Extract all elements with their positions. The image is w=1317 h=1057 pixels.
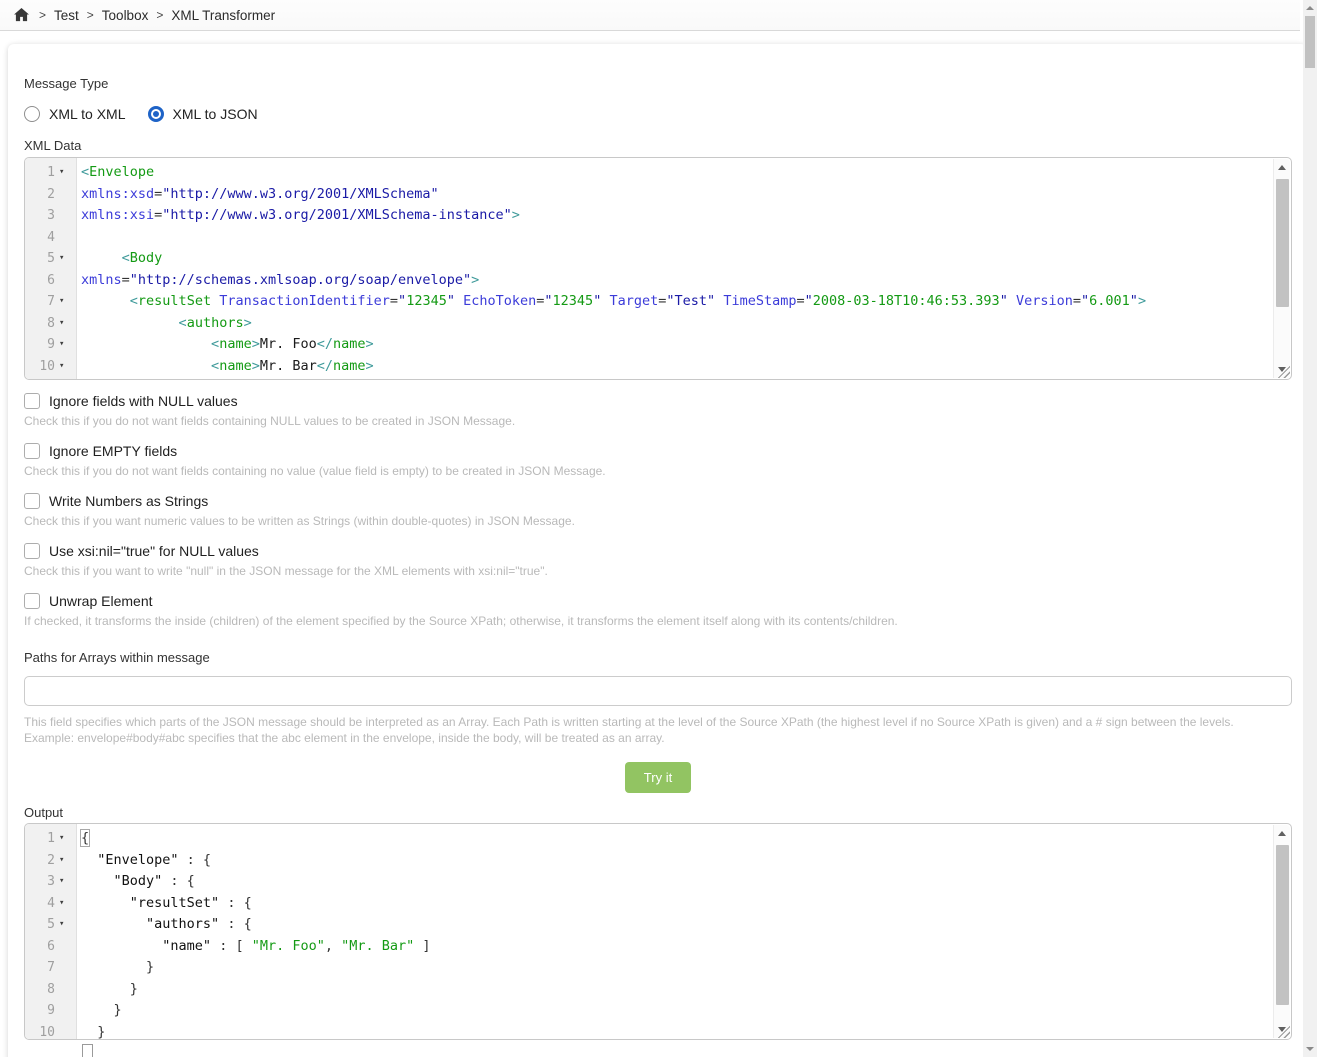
scrollbar-thumb[interactable] [1276,179,1289,307]
resize-grip-icon[interactable] [1278,366,1290,378]
checkbox[interactable] [24,543,40,559]
radio-option-xml-to-json[interactable]: XML to JSON [148,106,258,122]
try-it-button[interactable]: Try it [625,762,691,793]
output-editor-scrollbar[interactable] [1273,825,1290,1038]
xml-editor-gutter: 1▾2345▾67▾8▾9▾10▾ [25,158,77,379]
radio-button[interactable] [24,106,40,122]
page-scrollbar[interactable] [1303,0,1317,1057]
home-icon[interactable] [14,8,29,22]
option-numbers-as-strings: Write Numbers as Strings Check this if y… [24,493,1292,528]
xml-editor-scrollbar[interactable] [1273,159,1290,378]
option-xsi-nil: Use xsi:nil="true" for NULL values Check… [24,543,1292,578]
radio-label: XML to JSON [173,106,258,122]
option-help-text: If checked, it transforms the inside (ch… [24,614,1292,628]
checkbox-label[interactable]: Ignore fields with NULL values [49,393,238,409]
paths-help-text: This field specifies which parts of the … [24,714,1292,746]
option-help-text: Check this if you do not want fields con… [24,414,1292,428]
xml-data-editor[interactable]: 1▾2345▾67▾8▾9▾10▾ <Envelopexmlns:xsd="ht… [24,157,1292,380]
option-ignore-empty: Ignore EMPTY fields Check this if you do… [24,443,1292,478]
breadcrumb-separator: > [156,8,163,22]
message-type-options: XML to XML XML to JSON [24,106,1292,122]
checkbox[interactable] [24,443,40,459]
option-unwrap-element: Unwrap Element If checked, it transforms… [24,593,1292,628]
paths-label: Paths for Arrays within message [24,650,1292,665]
page-scrollbar-thumb[interactable] [1305,16,1315,68]
breadcrumb-item-test[interactable]: Test [54,8,79,23]
checkbox-label[interactable]: Write Numbers as Strings [49,493,208,509]
page-scroll-down-icon[interactable] [1306,1047,1314,1051]
xml-editor-code[interactable]: <Envelopexmlns:xsd="http://www.w3.org/20… [77,158,1291,379]
checkbox-label[interactable]: Use xsi:nil="true" for NULL values [49,543,259,559]
option-ignore-null: Ignore fields with NULL values Check thi… [24,393,1292,428]
checkbox-label[interactable]: Ignore EMPTY fields [49,443,177,459]
breadcrumb: > Test > Toolbox > XML Transformer [0,0,1300,31]
xml-data-label: XML Data [24,138,1292,153]
checkbox[interactable] [24,593,40,609]
radio-label: XML to XML [49,106,126,122]
radio-option-xml-to-xml[interactable]: XML to XML [24,106,126,122]
breadcrumb-separator: > [39,8,46,22]
checkbox[interactable] [24,493,40,509]
output-editor-code[interactable]: { "Envelope" : { "Body" : { "resultSet" … [77,824,1291,1039]
radio-button[interactable] [148,106,164,122]
output-label: Output [24,805,1292,820]
page-scroll-up-icon[interactable] [1306,6,1314,10]
output-line11-bracket-artifact [82,1044,93,1057]
output-editor[interactable]: 1▾2▾3▾4▾5▾678910 { "Envelope" : { "Body"… [24,823,1292,1040]
option-help-text: Check this if you do not want fields con… [24,464,1292,478]
checkbox-label[interactable]: Unwrap Element [49,593,153,609]
scroll-up-icon[interactable] [1274,159,1291,176]
resize-grip-icon[interactable] [1278,1026,1290,1038]
breadcrumb-item-current: XML Transformer [171,8,275,23]
option-help-text: Check this if you want numeric values to… [24,514,1292,528]
message-type-label: Message Type [24,76,1292,91]
scrollbar-thumb[interactable] [1276,845,1289,1005]
checkbox[interactable] [24,393,40,409]
output-editor-gutter: 1▾2▾3▾4▾5▾678910 [25,824,77,1039]
scroll-up-icon[interactable] [1274,825,1291,842]
xml-transformer-panel: Message Type XML to XML XML to JSON XML … [8,44,1307,1057]
breadcrumb-item-toolbox[interactable]: Toolbox [102,8,149,23]
paths-input[interactable] [24,676,1292,706]
breadcrumb-separator: > [87,8,94,22]
option-help-text: Check this if you want to write "null" i… [24,564,1292,578]
